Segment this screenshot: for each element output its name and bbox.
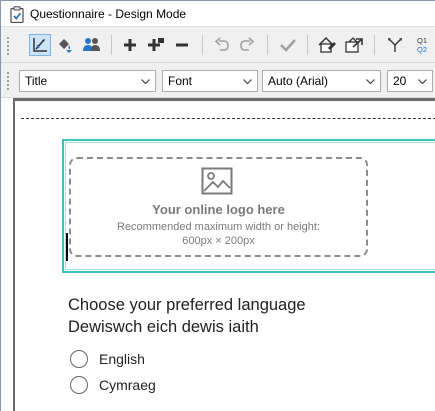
option-cymraeg[interactable]: Cymraeg [70,375,156,395]
format-toolbar: Title Font Auto (Arial) 20 [1,64,435,98]
font-dropdown[interactable]: Font [162,70,258,92]
logo-hint-line2: 600px × 200px [182,235,255,247]
remove-icon [176,43,188,47]
chevron-down-icon [243,79,252,85]
style-dropdown[interactable]: Title [19,70,156,92]
validate-button[interactable] [277,34,299,56]
option-label: Cymraeg [99,377,156,393]
edit-properties-icon [318,36,336,53]
toolbar-separator [111,35,112,55]
add-item-button[interactable] [145,34,167,56]
respondents-button[interactable] [81,34,103,56]
chevron-down-icon [141,79,150,85]
questionnaire-window: Questionnaire - Design Mode Q1 Q2 Title … [0,0,435,411]
add-item-icon [148,38,164,51]
q2-label: Q2 [417,45,427,54]
logo-hint: Recommended maximum width or height: 600… [69,220,368,248]
font-value: Font [168,74,193,88]
toolbar-separator [307,35,308,55]
font-face-dropdown[interactable]: Auto (Arial) [262,70,381,92]
checkmark-icon [280,39,296,52]
question-line-welsh: Dewiswch eich dewis iaith [68,318,259,336]
canvas-frame [13,98,15,411]
canvas-frame [13,98,435,101]
remove-button[interactable] [171,34,193,56]
main-toolbar: Q1 Q2 [1,29,435,63]
style-value: Title [25,74,48,88]
toolbar-grip[interactable] [6,36,10,56]
question-line-english: Choose your preferred language [68,296,306,314]
branch-icon [388,38,402,52]
radio-button[interactable] [70,376,88,394]
undo-icon [214,37,229,51]
redo-button[interactable] [236,34,258,56]
font-size-value: 20 [393,74,407,88]
export-icon [345,37,363,53]
question-numbering-icon: Q1 Q2 [417,36,427,54]
undo-button[interactable] [211,34,233,56]
add-question-button[interactable] [119,34,141,56]
font-size-dropdown[interactable]: 20 [387,70,433,92]
text-cursor [66,233,68,261]
add-icon [124,39,136,51]
toolbar-separator [202,35,203,55]
paint-bucket-icon [59,39,72,53]
option-label: English [99,351,145,367]
font-face-value: Auto (Arial) [268,74,329,88]
branching-button[interactable] [384,34,406,56]
title-bar: Questionnaire - Design Mode [1,1,435,27]
toolbar-grip[interactable] [6,71,10,91]
redo-icon [240,37,255,51]
q1-label: Q1 [417,36,427,45]
design-mode-icon [33,38,47,52]
page-margin-guide [21,118,435,119]
design-mode-button[interactable] [29,34,51,56]
question-numbering-button[interactable]: Q1 Q2 [410,34,434,56]
image-icon [201,167,233,195]
radio-button[interactable] [70,350,88,368]
toolbar-separator [267,35,268,55]
edit-properties-button[interactable] [316,34,338,56]
clipboard-icon [10,6,24,23]
fill-style-button[interactable] [54,34,76,56]
toolbar-separator [374,35,375,55]
users-icon [83,38,100,51]
export-button[interactable] [343,34,365,56]
chevron-down-icon [366,79,375,85]
logo-title: Your online logo here [152,202,285,217]
window-title: Questionnaire - Design Mode [30,7,187,21]
option-english[interactable]: English [70,349,145,369]
question-text[interactable]: Choose your preferred language Dewiswch … [68,294,306,338]
logo-hint-line1: Recommended maximum width or height: [117,221,320,233]
chevron-down-icon [418,79,427,85]
